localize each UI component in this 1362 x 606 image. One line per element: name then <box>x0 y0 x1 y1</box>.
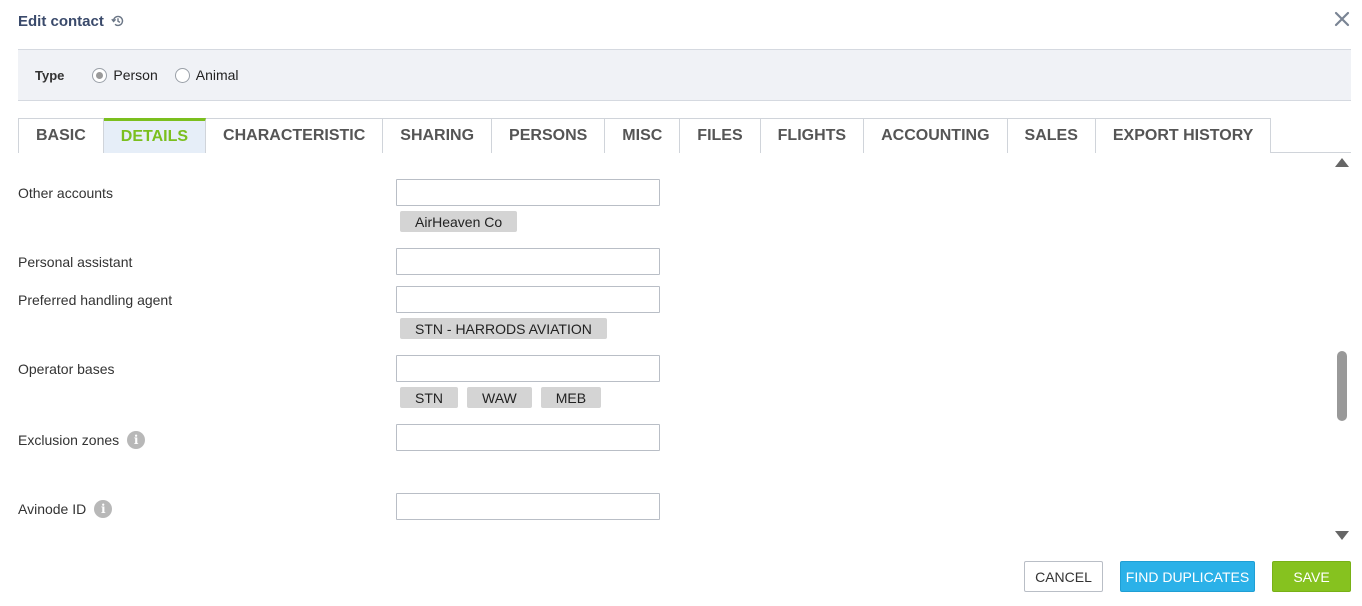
tab-sales[interactable]: SALES <box>1007 118 1096 153</box>
other-accounts-tags: AirHeaven Co <box>400 211 518 232</box>
type-selector-bar: Type Person Animal <box>18 49 1351 101</box>
operator-bases-input[interactable] <box>396 355 660 382</box>
tab-basic[interactable]: BASIC <box>18 118 104 153</box>
avinode-id-label-text: Avinode ID <box>18 501 87 517</box>
history-icon[interactable] <box>111 14 125 28</box>
dialog-header: Edit contact <box>18 10 125 32</box>
personal-assistant-label-text: Personal assistant <box>18 254 133 270</box>
details-form: Other accounts AirHeaven Co Personal ass… <box>18 154 1333 544</box>
personal-assistant-input[interactable] <box>396 248 660 275</box>
tag-stn-harrods[interactable]: STN - HARRODS AVIATION <box>400 318 607 339</box>
preferred-handling-agent-label-text: Preferred handling agent <box>18 292 173 308</box>
personal-assistant-label: Personal assistant <box>18 254 132 270</box>
info-icon[interactable]: i <box>127 431 146 449</box>
other-accounts-input[interactable] <box>396 179 660 206</box>
cancel-button[interactable]: CANCEL <box>1024 561 1103 592</box>
type-label: Type <box>35 67 65 83</box>
radio-person-circle[interactable] <box>92 67 108 83</box>
tab-flights[interactable]: FLIGHTS <box>760 118 865 153</box>
operator-bases-label: Operator bases <box>18 361 115 377</box>
tab-persons[interactable]: PERSONS <box>492 118 606 153</box>
tag-meb[interactable]: MEB <box>540 387 602 408</box>
operator-bases-label-text: Operator bases <box>18 361 115 377</box>
vertical-scrollbar[interactable] <box>1335 156 1349 544</box>
radio-animal[interactable]: Animal <box>174 67 239 83</box>
tab-details[interactable]: DETAILS <box>103 118 207 153</box>
exclusion-zones-label: Exclusion zones i <box>18 431 146 449</box>
exclusion-zones-label-text: Exclusion zones <box>18 432 120 448</box>
scroll-up-arrow-icon[interactable] <box>1335 158 1349 167</box>
operator-bases-tags: STN WAW MEB <box>400 387 602 408</box>
exclusion-zones-input[interactable] <box>396 424 660 451</box>
radio-animal-label: Animal <box>195 67 239 83</box>
info-icon[interactable]: i <box>94 500 113 518</box>
tab-misc[interactable]: MISC <box>605 118 681 153</box>
preferred-handling-agent-tags: STN - HARRODS AVIATION <box>400 318 607 339</box>
preferred-handling-agent-label: Preferred handling agent <box>18 292 172 308</box>
avinode-id-label: Avinode ID i <box>18 500 113 518</box>
scroll-thumb[interactable] <box>1337 351 1347 421</box>
other-accounts-label-text: Other accounts <box>18 185 113 201</box>
radio-animal-circle[interactable] <box>174 67 190 83</box>
close-icon[interactable] <box>1332 9 1352 29</box>
dialog-title: Edit contact <box>18 12 104 30</box>
tab-accounting[interactable]: ACCOUNTING <box>864 118 1008 153</box>
avinode-id-input[interactable] <box>396 493 660 520</box>
other-accounts-label: Other accounts <box>18 185 113 201</box>
tab-export-history[interactable]: EXPORT HISTORY <box>1095 118 1272 153</box>
tag-waw[interactable]: WAW <box>467 387 532 408</box>
tag-airheaven[interactable]: AirHeaven Co <box>400 211 518 232</box>
scroll-down-arrow-icon[interactable] <box>1335 531 1349 540</box>
tab-sharing[interactable]: SHARING <box>383 118 493 153</box>
radio-person-label: Person <box>113 67 158 83</box>
tab-bar: BASIC DETAILS CHARACTERISTIC SHARING PER… <box>18 118 1351 153</box>
save-button[interactable]: SAVE <box>1272 561 1351 592</box>
tag-stn[interactable]: STN <box>400 387 458 408</box>
radio-person[interactable]: Person <box>92 67 158 83</box>
find-duplicates-button[interactable]: FIND DUPLICATES <box>1120 561 1255 592</box>
preferred-handling-agent-input[interactable] <box>396 286 660 313</box>
tab-files[interactable]: FILES <box>680 118 761 153</box>
tab-characteristic[interactable]: CHARACTERISTIC <box>206 118 384 153</box>
